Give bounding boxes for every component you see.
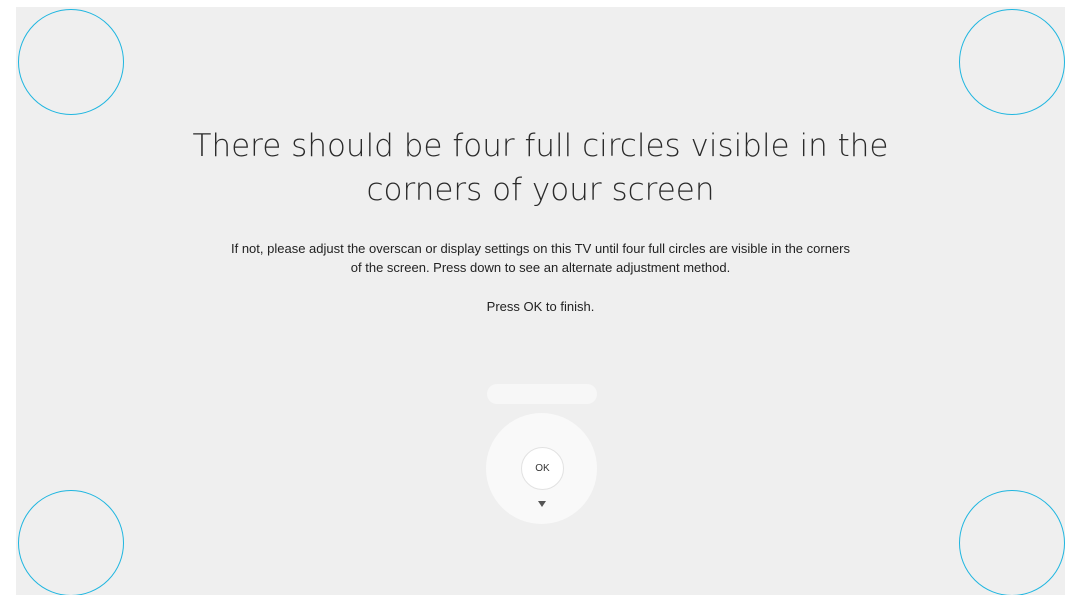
instructions-line-2: of the screen. Press down to see an alte… [350, 260, 731, 275]
ok-button[interactable]: OK [521, 447, 564, 490]
top-left-calibration-circle [18, 9, 124, 115]
bottom-left-calibration-circle [18, 490, 124, 595]
overscan-calibration-screen: There should be four full circles visibl… [16, 7, 1065, 595]
finish-instruction: Press OK to finish. [486, 299, 595, 314]
down-arrow-icon[interactable] [537, 500, 547, 508]
calibration-title-line-1: There should be four full circles visibl… [192, 128, 889, 164]
calibration-title-line-2: corners of your screen [366, 172, 715, 208]
calibration-instructions: If not, please adjust the overscan or di… [16, 239, 1065, 277]
ok-button-label: OK [535, 463, 550, 474]
bottom-right-calibration-circle [959, 490, 1065, 595]
top-right-calibration-circle [959, 9, 1065, 115]
calibration-title: There should be four full circles visibl… [16, 124, 1065, 212]
triangle-down-icon [538, 501, 546, 507]
instructions-line-1: If not, please adjust the overscan or di… [230, 241, 850, 256]
remote-top-bar [487, 384, 597, 404]
